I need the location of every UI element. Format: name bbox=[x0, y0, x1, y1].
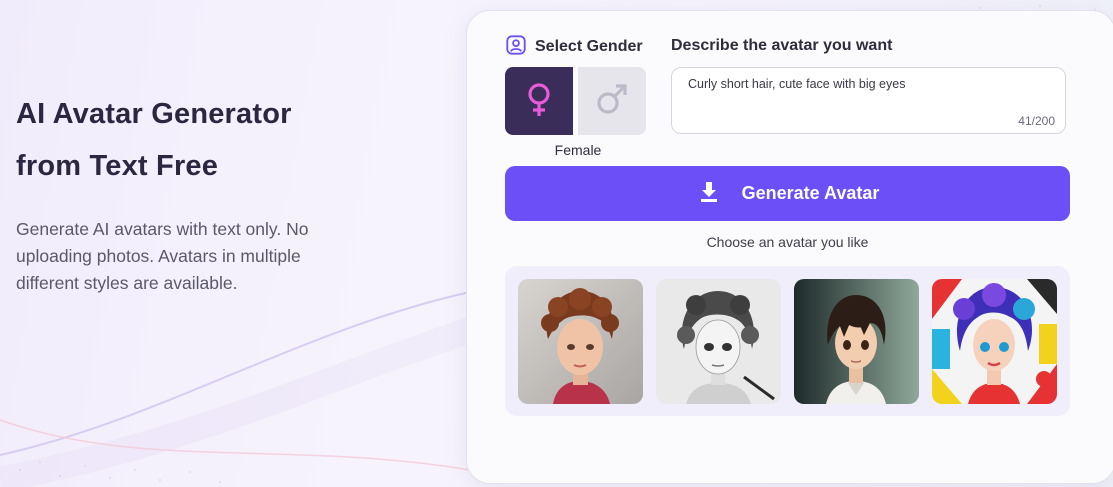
hero-title-line2: from Text Free bbox=[16, 150, 219, 182]
hero-title-line1: AI Avatar Generator bbox=[16, 98, 292, 130]
avatar-option-sketch[interactable] bbox=[656, 279, 781, 404]
hero-section: AI Avatar Generator from Text Free Gener… bbox=[16, 88, 436, 297]
avatar-option-realistic[interactable] bbox=[518, 279, 643, 404]
choose-avatar-label: Choose an avatar you like bbox=[706, 234, 869, 250]
describe-avatar-label: Describe the avatar you want bbox=[671, 37, 893, 54]
avatar-popart-image bbox=[932, 279, 1057, 404]
selected-gender-caption: Female bbox=[554, 142, 602, 158]
avatar-option-anime[interactable] bbox=[794, 279, 919, 404]
select-gender-heading: Select Gender bbox=[505, 35, 643, 59]
select-gender-label: Select Gender bbox=[535, 38, 643, 55]
avatar-realistic-image bbox=[518, 279, 643, 404]
avatar-option-popart[interactable] bbox=[932, 279, 1057, 404]
male-symbol-icon bbox=[592, 79, 632, 123]
character-counter: 41/200 bbox=[1018, 114, 1055, 128]
avatar-description-input[interactable]: Curly short hair, cute face with big eye… bbox=[671, 67, 1066, 134]
download-icon bbox=[696, 179, 722, 209]
user-profile-icon bbox=[505, 34, 527, 60]
generate-avatar-button[interactable]: Generate Avatar bbox=[505, 166, 1070, 221]
gender-option-male[interactable] bbox=[578, 67, 646, 135]
generate-avatar-label: Generate Avatar bbox=[741, 183, 880, 203]
avatar-sketch-image bbox=[656, 279, 781, 404]
female-symbol-icon bbox=[519, 79, 559, 123]
avatar-anime-image bbox=[794, 279, 919, 404]
avatar-description-value[interactable]: Curly short hair, cute face with big eye… bbox=[688, 77, 905, 91]
gender-option-female[interactable] bbox=[505, 67, 573, 135]
hero-description: Generate AI avatars with text only. No u… bbox=[16, 219, 309, 293]
